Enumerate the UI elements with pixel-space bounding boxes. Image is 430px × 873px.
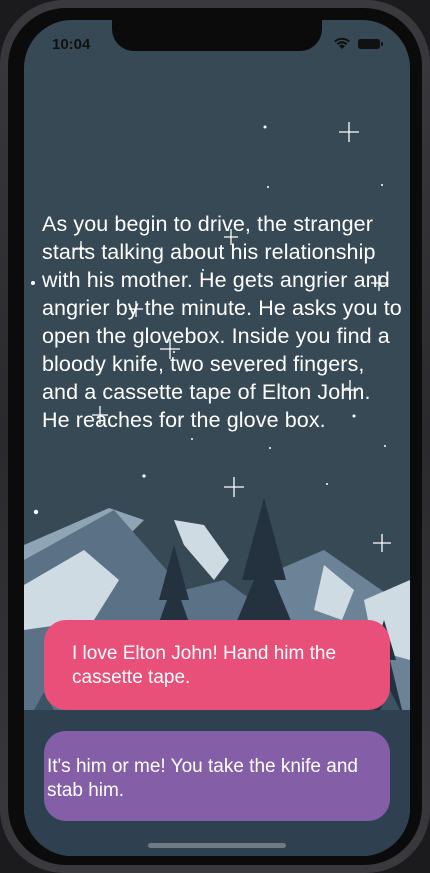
battery-icon xyxy=(358,39,383,49)
home-indicator[interactable] xyxy=(148,843,286,848)
status-icons xyxy=(334,37,383,49)
app-screen: 10:04 As you begin to drive, the strange… xyxy=(24,20,410,856)
story-text: As you begin to drive, the stranger star… xyxy=(42,212,402,432)
choice-button-stab[interactable]: It's him or me! You take the knife and s… xyxy=(44,731,390,821)
wifi-icon xyxy=(334,37,350,49)
status-time: 10:04 xyxy=(52,36,91,53)
choice-button-hand-tape[interactable]: I love Elton John! Hand him the cassette… xyxy=(44,620,390,710)
device-notch xyxy=(112,20,322,51)
